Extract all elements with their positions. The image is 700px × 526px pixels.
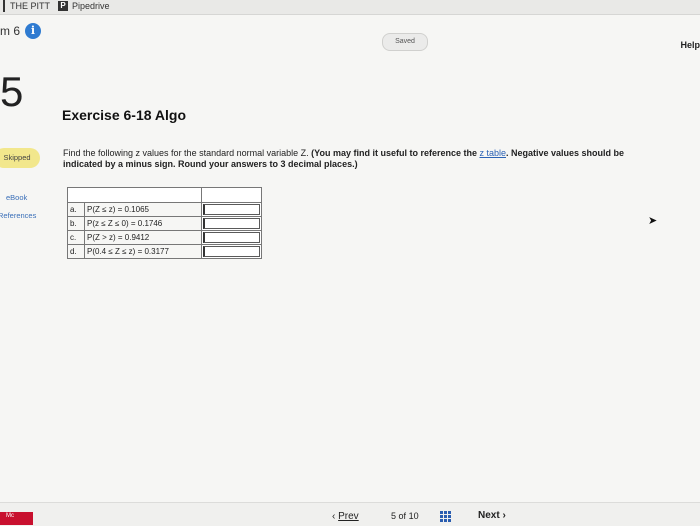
references-link[interactable]: References — [0, 211, 36, 220]
question-number: 5 — [0, 68, 24, 115]
page-of: of — [398, 511, 407, 521]
status-badge: Skipped — [0, 148, 40, 168]
ebook-link[interactable]: eBook — [6, 193, 27, 202]
bookmark-the-pitt[interactable]: THE PITT — [10, 1, 50, 11]
page-current: 5 — [391, 511, 397, 521]
row-letter: b. — [67, 216, 85, 231]
table-row: a. P(Z ≤ z) = 0.1065 — [67, 202, 262, 217]
info-icon[interactable]: i — [25, 23, 41, 39]
help-link[interactable]: Help — [680, 40, 700, 50]
z-table-link[interactable]: z table — [479, 148, 506, 158]
chevron-right-icon: › — [502, 510, 506, 521]
row-letter: a. — [67, 202, 85, 217]
pipedrive-icon: P — [58, 1, 68, 11]
publisher-logo: Mc — [0, 512, 33, 525]
page-total: 10 — [408, 511, 419, 521]
table-header-row — [67, 187, 262, 203]
next-button[interactable]: Next › — [478, 510, 506, 521]
question-prompt: Find the following z values for the stan… — [63, 148, 663, 170]
answer-input-b[interactable] — [203, 218, 260, 229]
answer-cell — [201, 244, 262, 259]
answer-input-d[interactable] — [203, 246, 260, 257]
bookmark-label: Pipedrive — [72, 1, 110, 11]
row-expression: P(z ≤ Z ≤ 0) = 0.1746 — [84, 216, 202, 231]
item-label: m 6 — [0, 24, 21, 38]
chevron-left-icon: ‹ — [332, 511, 336, 522]
table-header-cell — [67, 187, 202, 203]
prev-label: Prev — [338, 511, 359, 522]
prev-button[interactable]: ‹ Prev — [332, 511, 359, 522]
row-letter: d. — [67, 244, 85, 259]
bookmark-label: THE PITT — [10, 1, 50, 11]
table-row: c. P(Z > z) = 0.9412 — [67, 230, 262, 245]
row-letter: c. — [67, 230, 85, 245]
row-expression: P(0.4 ≤ Z ≤ z) = 0.3177 — [84, 244, 202, 259]
table-row: d. P(0.4 ≤ Z ≤ z) = 0.3177 — [67, 244, 262, 259]
answer-cell — [201, 230, 262, 245]
answer-input-a[interactable] — [203, 204, 260, 215]
next-label: Next — [478, 510, 500, 521]
answer-table: a. P(Z ≤ z) = 0.1065 b. P(z ≤ Z ≤ 0) = 0… — [67, 187, 262, 259]
bookmark-pipedrive[interactable]: P Pipedrive — [58, 1, 110, 11]
answer-cell — [201, 216, 262, 231]
page-indicator: 5 of 10 — [391, 511, 419, 521]
grid-view-icon[interactable] — [440, 511, 452, 522]
prompt-instructions-1: (You may find it useful to reference the — [311, 148, 480, 158]
exercise-title: Exercise 6-18 Algo — [62, 107, 186, 123]
answer-cell — [201, 202, 262, 217]
table-row: b. P(z ≤ Z ≤ 0) = 0.1746 — [67, 216, 262, 231]
row-expression: P(Z > z) = 0.9412 — [84, 230, 202, 245]
answer-input-c[interactable] — [203, 232, 260, 243]
table-header-cell — [201, 187, 262, 203]
saved-button[interactable]: Saved — [382, 33, 428, 51]
mouse-cursor-icon: ➤ — [648, 215, 658, 227]
bookmark-bar: THE PITT P Pipedrive — [0, 0, 700, 15]
divider — [3, 0, 5, 12]
prompt-text: Find the following z values for the stan… — [63, 148, 312, 158]
row-expression: P(Z ≤ z) = 0.1065 — [84, 202, 202, 217]
